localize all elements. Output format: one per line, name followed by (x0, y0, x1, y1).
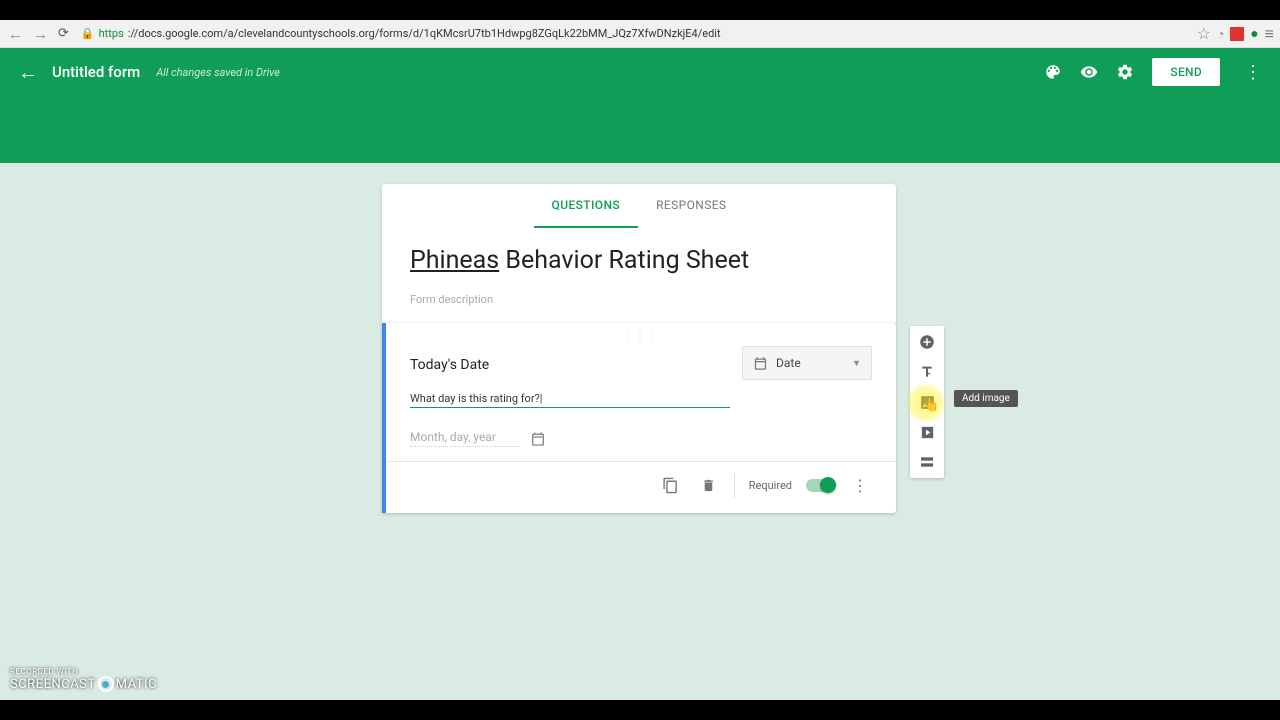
form-title-part1: Phineas (410, 246, 499, 275)
add-title-button[interactable] (917, 362, 937, 382)
form-card: QUESTIONS RESPONSES Phineas Behavior Rat… (382, 184, 896, 324)
date-answer-field: Month, day, year (410, 430, 872, 447)
question-title[interactable]: Today's Date (410, 351, 722, 375)
watermark: RECORDED WITH SCREENCAST MATIC (10, 667, 157, 692)
reload-icon[interactable]: ⟳ (56, 26, 71, 41)
extension-icons: ☆ ◔ ● ≡ (1197, 24, 1274, 44)
tab-responses[interactable]: RESPONSES (638, 184, 744, 228)
document-title[interactable]: Untitled form (52, 63, 140, 81)
save-status: All changes saved in Drive (156, 66, 280, 79)
duplicate-icon[interactable] (658, 473, 683, 498)
ext-icon-1[interactable]: ◔ (1217, 27, 1224, 41)
preview-icon[interactable] (1080, 63, 1098, 81)
required-label: Required (749, 479, 792, 492)
url-scheme: https (99, 27, 124, 40)
question-card: ⋮⋮⋮ Today's Date Date ▼ What day is this… (382, 323, 896, 513)
address-bar[interactable]: 🔒 https ://docs.google.com/a/clevelandcou… (77, 27, 1191, 40)
question-more-icon[interactable]: ⋮ (848, 472, 872, 499)
watermark-brand1: SCREENCAST (10, 677, 96, 692)
add-section-button[interactable] (917, 452, 937, 472)
url-text: ://docs.google.com/a/clevelandcountyscho… (128, 27, 721, 40)
back-arrow-icon[interactable]: ← (12, 56, 44, 89)
ext-icon-2[interactable] (1230, 27, 1244, 41)
hamburger-icon[interactable]: ≡ (1265, 24, 1274, 44)
date-placeholder: Month, day, year (410, 430, 520, 447)
tabs: QUESTIONS RESPONSES (382, 184, 896, 228)
required-toggle[interactable] (806, 479, 834, 492)
settings-icon[interactable] (1116, 63, 1134, 81)
divider (734, 474, 735, 498)
nav-back-icon[interactable]: ← (6, 25, 25, 43)
send-button[interactable]: SEND (1152, 58, 1220, 86)
question-description[interactable]: What day is this rating for?| (410, 388, 730, 408)
palette-icon[interactable] (1044, 63, 1062, 81)
watermark-logo-icon (98, 676, 114, 692)
star-icon[interactable]: ☆ (1197, 24, 1211, 43)
calendar-icon (530, 431, 546, 447)
question-type-dropdown[interactable]: Date ▼ (742, 346, 872, 380)
calendar-icon (753, 356, 768, 371)
add-image-button[interactable] (917, 392, 937, 412)
more-menu-icon[interactable]: ⋮ (1238, 62, 1268, 83)
chevron-down-icon: ▼ (852, 358, 861, 369)
ext-icon-3[interactable]: ● (1250, 25, 1258, 42)
tab-questions[interactable]: QUESTIONS (534, 184, 639, 228)
watermark-line1: RECORDED WITH (10, 667, 157, 676)
delete-icon[interactable] (697, 473, 720, 498)
form-description[interactable]: Form description (410, 293, 868, 306)
drag-handle-icon[interactable]: ⋮⋮⋮ (410, 331, 872, 342)
form-title-part2: Behavior Rating Sheet (499, 246, 749, 275)
add-video-button[interactable] (917, 422, 937, 442)
lock-icon: 🔒 (81, 27, 95, 40)
form-title[interactable]: Phineas Behavior Rating Sheet (410, 246, 868, 275)
watermark-brand2: MATIC (116, 677, 157, 692)
add-question-button[interactable] (917, 332, 937, 352)
browser-toolbar: ← → ⟳ 🔒 https ://docs.google.com/a/clevel… (0, 20, 1280, 48)
nav-forward-icon[interactable]: → (31, 25, 50, 43)
app-header: ← Untitled form All changes saved in Dri… (0, 48, 1280, 163)
tooltip: Add image (954, 390, 1018, 407)
question-type-label: Date (776, 356, 801, 370)
floating-toolbar (910, 326, 944, 478)
